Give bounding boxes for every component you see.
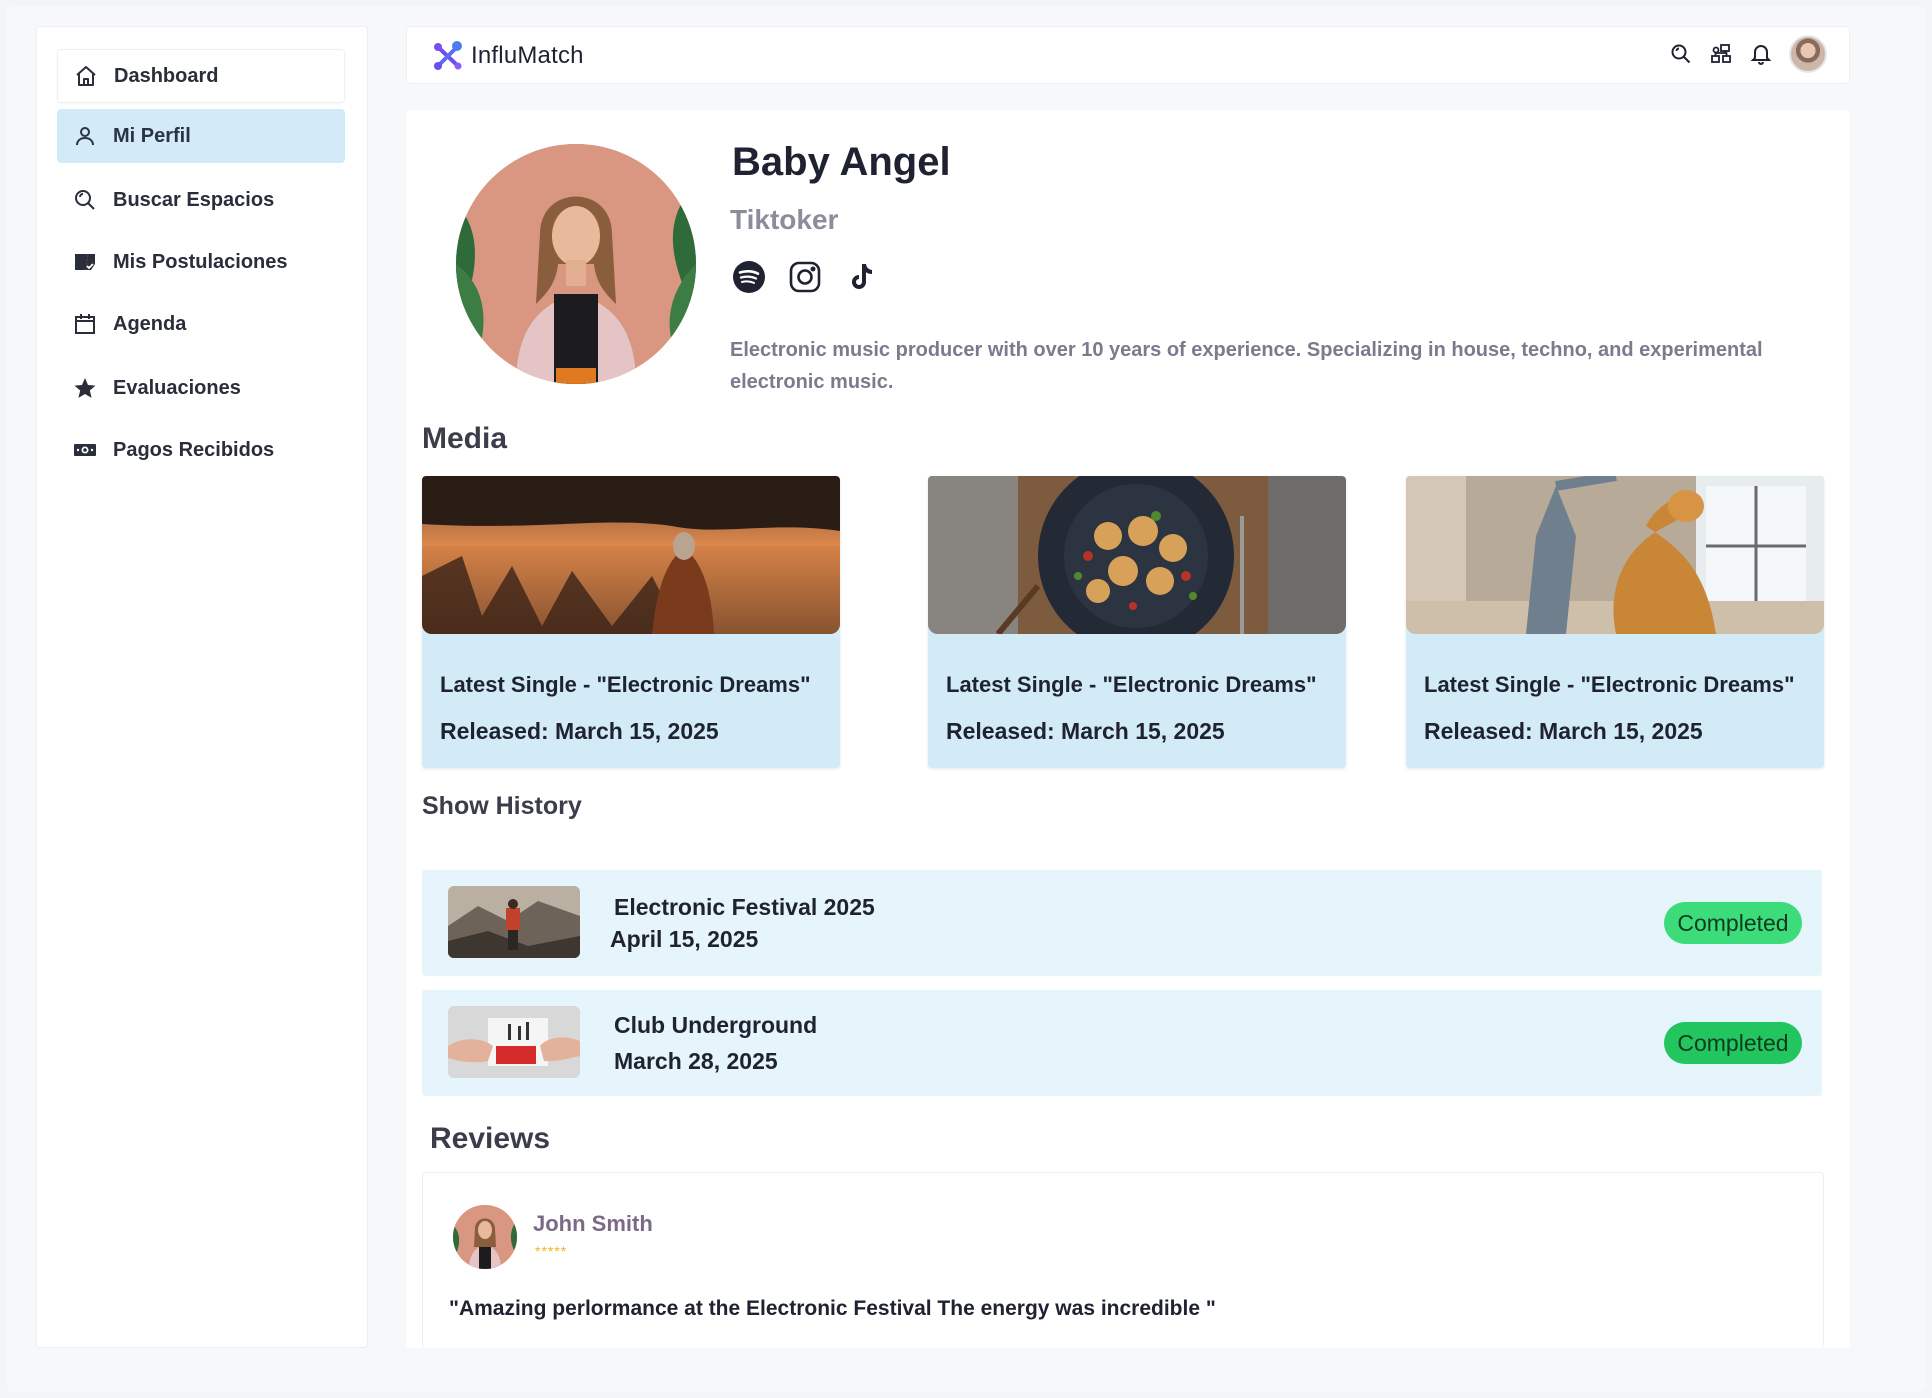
show-date: March 28, 2025 — [614, 1048, 778, 1074]
home-icon — [72, 62, 100, 90]
postulation-icon — [71, 248, 99, 276]
sidebar-item-label: Agenda — [113, 312, 187, 335]
user-icon — [71, 122, 99, 150]
network-icon[interactable] — [1709, 42, 1733, 66]
show-date: April 15, 2025 — [610, 926, 759, 952]
profile-role: Tiktoker — [730, 204, 839, 235]
media-card[interactable]: Latest Single - "Electronic Dreams" Rele… — [422, 476, 840, 768]
show-thumbnail — [448, 1006, 580, 1078]
review-card: John Smith ***** "Amazing perlormance at… — [422, 1172, 1824, 1348]
calendar-icon — [71, 310, 99, 338]
status-badge: Completed — [1664, 1022, 1802, 1064]
bell-icon[interactable] — [1749, 42, 1773, 66]
star-icon — [71, 374, 99, 402]
money-icon — [71, 436, 99, 464]
sidebar-item-dashboard[interactable]: Dashboard — [57, 49, 345, 103]
sidebar-item-buscar-espacios[interactable]: Buscar Espacios — [57, 173, 345, 227]
show-name: Electronic Festival 2025 — [614, 894, 875, 920]
sidebar-item-label: Mi Perfil — [113, 124, 191, 147]
top-bar: InfluMatch — [406, 26, 1850, 84]
search-icon — [71, 186, 99, 214]
tiktok-icon[interactable] — [844, 260, 878, 294]
social-links — [732, 260, 878, 294]
influmatch-logo-icon — [434, 41, 462, 70]
sidebar-item-evaluaciones[interactable]: Evaluaciones — [57, 361, 345, 415]
sidebar-item-label: Mis Postulaciones — [113, 250, 288, 273]
sidebar-item-label: Evaluaciones — [113, 376, 241, 399]
spotify-icon[interactable] — [732, 260, 766, 294]
sidebar-item-mis-postulaciones[interactable]: Mis Postulaciones — [57, 235, 345, 289]
top-icons — [1669, 35, 1827, 73]
media-image — [1406, 476, 1824, 634]
media-title-text: Latest Single - "Electronic Dreams" — [946, 672, 1317, 697]
search-icon[interactable] — [1669, 42, 1693, 66]
sidebar-item-agenda[interactable]: Agenda — [57, 297, 345, 351]
sidebar: Dashboard Mi Perfil Buscar Espacios Mis … — [36, 26, 368, 1348]
sidebar-item-label: Buscar Espacios — [113, 188, 275, 211]
show-history-row[interactable]: Club Underground March 28, 2025 Complete… — [422, 990, 1822, 1096]
instagram-icon[interactable] — [788, 260, 822, 294]
profile-main: Baby Angel Tiktoker Electronic music pro… — [406, 110, 1850, 1348]
media-title-text: Latest Single - "Electronic Dreams" — [1424, 672, 1795, 697]
review-author: John Smith — [533, 1211, 653, 1236]
media-release-date: Released: March 15, 2025 — [946, 718, 1225, 744]
avatar — [453, 1205, 517, 1269]
show-history-title: Show History — [422, 792, 582, 820]
app-frame: Dashboard Mi Perfil Buscar Espacios Mis … — [6, 6, 1926, 1392]
avatar[interactable] — [1789, 35, 1827, 73]
media-image — [422, 476, 840, 634]
media-title: Media — [422, 422, 508, 455]
sidebar-item-pagos-recibidos[interactable]: Pagos Recibidos — [57, 423, 345, 477]
show-thumbnail — [448, 886, 580, 958]
show-name: Club Underground — [614, 1012, 818, 1038]
media-card[interactable]: Latest Single - "Electronic Dreams" Rele… — [1406, 476, 1824, 768]
reviews-title: Reviews — [430, 1122, 551, 1155]
profile-name: Baby Angel — [732, 140, 951, 184]
media-release-date: Released: March 15, 2025 — [440, 718, 719, 744]
show-history-row[interactable]: Electronic Festival 2025 April 15, 2025 … — [422, 870, 1822, 976]
media-image — [928, 476, 1346, 634]
media-title-text: Latest Single - "Electronic Dreams" — [440, 672, 811, 697]
brand-logo[interactable]: InfluMatch — [431, 39, 584, 73]
sidebar-item-label: Dashboard — [114, 64, 219, 87]
review-text: "Amazing perlormance at the Electronic F… — [449, 1297, 1216, 1320]
brand-name: InfluMatch — [471, 42, 584, 69]
sidebar-item-label: Pagos Recibidos — [113, 438, 275, 461]
profile-photo — [456, 144, 696, 384]
status-badge: Completed — [1664, 902, 1802, 944]
media-release-date: Released: March 15, 2025 — [1424, 718, 1703, 744]
review-rating: ***** — [535, 1243, 568, 1259]
profile-bio: Electronic music producer with over 10 y… — [730, 339, 1763, 393]
sidebar-item-mi-perfil[interactable]: Mi Perfil — [57, 109, 345, 163]
media-card[interactable]: Latest Single - "Electronic Dreams" Rele… — [928, 476, 1346, 768]
